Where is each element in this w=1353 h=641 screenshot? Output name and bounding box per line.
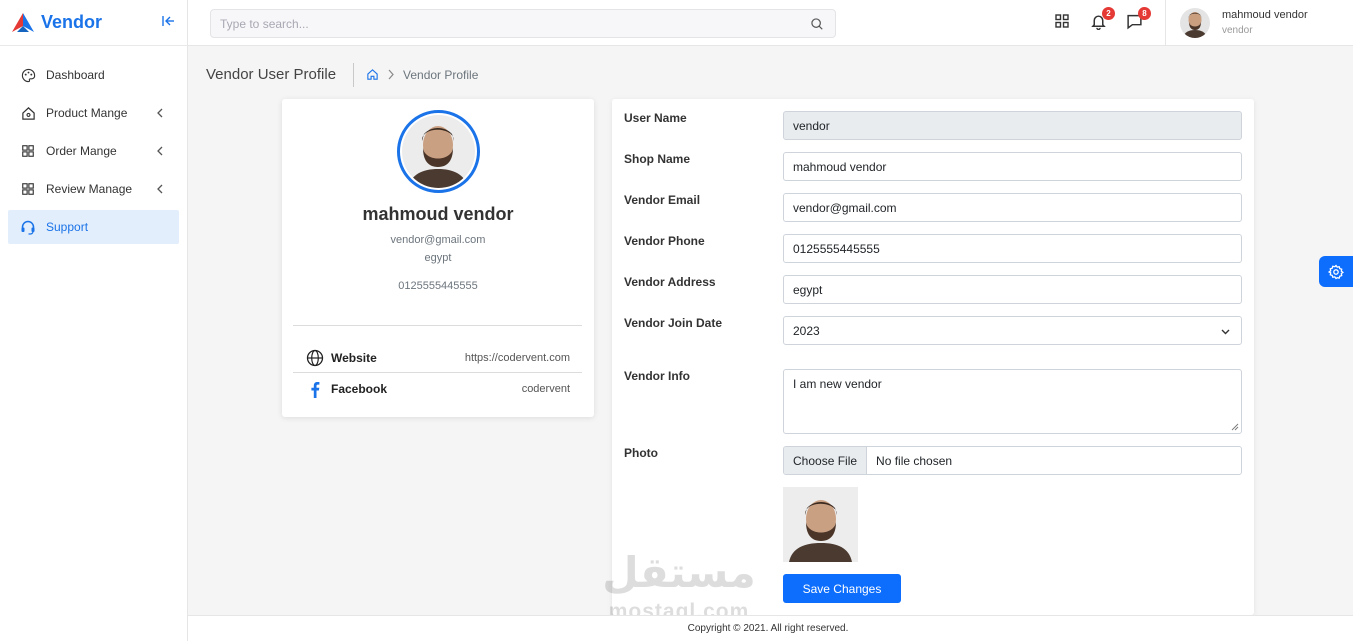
- save-changes-button[interactable]: Save Changes: [783, 574, 901, 603]
- info-value: I am new vendor: [793, 377, 882, 391]
- globe-icon: [306, 349, 324, 367]
- joindate-select[interactable]: 2023: [783, 316, 1242, 345]
- sidebar-item-label: Dashboard: [46, 68, 105, 82]
- sidebar-menu: Dashboard Product Mange Order Mange Revi…: [0, 46, 187, 244]
- photo-label: Photo: [624, 446, 658, 460]
- headset-icon: [20, 219, 36, 235]
- choose-file-button[interactable]: Choose File: [784, 447, 868, 474]
- title-divider: [353, 63, 354, 87]
- sidebar-item-dashboard[interactable]: Dashboard: [8, 58, 179, 92]
- copyright-text: Copyright © 2021. All right reserved.: [687, 623, 849, 634]
- profile-avatar: [397, 110, 480, 193]
- grid-icon: [20, 181, 36, 197]
- gear-icon: [1328, 264, 1344, 279]
- grid-icon: [20, 143, 36, 159]
- profile-name: mahmoud vendor: [362, 204, 514, 224]
- joindate-value: 2023: [793, 323, 820, 338]
- website-link-row[interactable]: Website https://codervent.com: [293, 343, 582, 373]
- home-icon: [20, 105, 36, 121]
- facebook-label: Facebook: [331, 382, 388, 396]
- breadcrumb: Vendor Profile: [403, 68, 479, 82]
- username-field[interactable]: vendor: [783, 111, 1242, 140]
- collapse-sidebar-icon[interactable]: [160, 13, 176, 29]
- file-status: No file chosen: [876, 453, 953, 468]
- info-label: Vendor Info: [624, 369, 690, 383]
- user-name: mahmoud vendor: [1222, 9, 1308, 21]
- resize-handle-icon[interactable]: [1231, 423, 1239, 431]
- search-icon[interactable]: [810, 17, 824, 31]
- joindate-label: Vendor Join Date: [624, 316, 723, 330]
- chevron-left-icon: [157, 108, 163, 118]
- footer: Copyright © 2021. All right reserved.: [188, 615, 1353, 641]
- info-textarea[interactable]: I am new vendor: [783, 369, 1242, 434]
- address-field[interactable]: egypt: [783, 275, 1242, 304]
- settings-toggle-button[interactable]: [1319, 256, 1353, 287]
- photo-file-input[interactable]: Choose File No file chosen: [783, 446, 1242, 475]
- messages-button[interactable]: 8: [1126, 7, 1151, 31]
- sidebar: Vendor Dashboard Product Mange Order Man…: [0, 0, 188, 641]
- facebook-icon: [306, 380, 324, 398]
- apps-grid-icon: [1055, 14, 1069, 28]
- search-box: [210, 9, 836, 38]
- chevron-left-icon: [157, 146, 163, 156]
- apps-button[interactable]: [1054, 13, 1072, 31]
- profile-phone: 0125555445555: [398, 280, 478, 292]
- address-label: Vendor Address: [624, 275, 716, 289]
- home-icon[interactable]: [366, 68, 379, 81]
- chevron-right-icon: [388, 69, 394, 80]
- profile-card: mahmoud vendor vendor@gmail.com egypt 01…: [282, 99, 594, 417]
- avatar: [1180, 8, 1210, 38]
- photo-preview: [783, 487, 858, 562]
- vendor-logo-icon: [12, 12, 34, 32]
- email-label: Vendor Email: [624, 193, 701, 207]
- brand-name: Vendor: [41, 12, 103, 32]
- phone-field[interactable]: 0125555445555: [783, 234, 1242, 263]
- profile-divider: [293, 325, 582, 326]
- sidebar-item-label: Review Manage: [46, 182, 133, 196]
- profile-email: vendor@gmail.com: [390, 234, 486, 246]
- topbar: 2 8 mahmoud vendor vendor: [188, 0, 1353, 46]
- chevron-left-icon: [157, 184, 163, 194]
- notifications-badge: 2: [1102, 7, 1115, 20]
- chevron-down-icon: [1221, 329, 1230, 335]
- sidebar-item-support[interactable]: Support: [8, 210, 179, 244]
- search-input[interactable]: [211, 10, 791, 37]
- sidebar-item-label: Product Mange: [46, 106, 128, 120]
- notifications-button[interactable]: 2: [1090, 7, 1115, 31]
- palette-icon: [20, 67, 36, 83]
- facebook-value[interactable]: codervent: [522, 383, 570, 395]
- email-field[interactable]: vendor@gmail.com: [783, 193, 1242, 222]
- brand[interactable]: Vendor: [0, 0, 187, 46]
- user-role: vendor: [1222, 25, 1253, 36]
- website-value[interactable]: https://codervent.com: [465, 352, 570, 364]
- page-title: Vendor User Profile: [206, 66, 337, 83]
- profile-form: User Name vendor Shop Name mahmoud vendo…: [612, 99, 1254, 615]
- website-label: Website: [331, 350, 377, 365]
- profile-country: egypt: [424, 252, 452, 264]
- sidebar-item-label: Support: [46, 220, 89, 234]
- sidebar-item-product-mange[interactable]: Product Mange: [8, 96, 179, 130]
- messages-badge: 8: [1138, 7, 1151, 20]
- username-label: User Name: [624, 111, 687, 125]
- phone-label: Vendor Phone: [624, 234, 705, 248]
- facebook-link-row[interactable]: Facebook codervent: [293, 374, 582, 404]
- shopname-field[interactable]: mahmoud vendor: [783, 152, 1242, 181]
- sidebar-item-order-mange[interactable]: Order Mange: [8, 134, 179, 168]
- shopname-label: Shop Name: [624, 152, 691, 166]
- sidebar-item-label: Order Mange: [46, 144, 117, 158]
- user-menu[interactable]: mahmoud vendor vendor: [1165, 0, 1353, 46]
- sidebar-item-review-manage[interactable]: Review Manage: [8, 172, 179, 206]
